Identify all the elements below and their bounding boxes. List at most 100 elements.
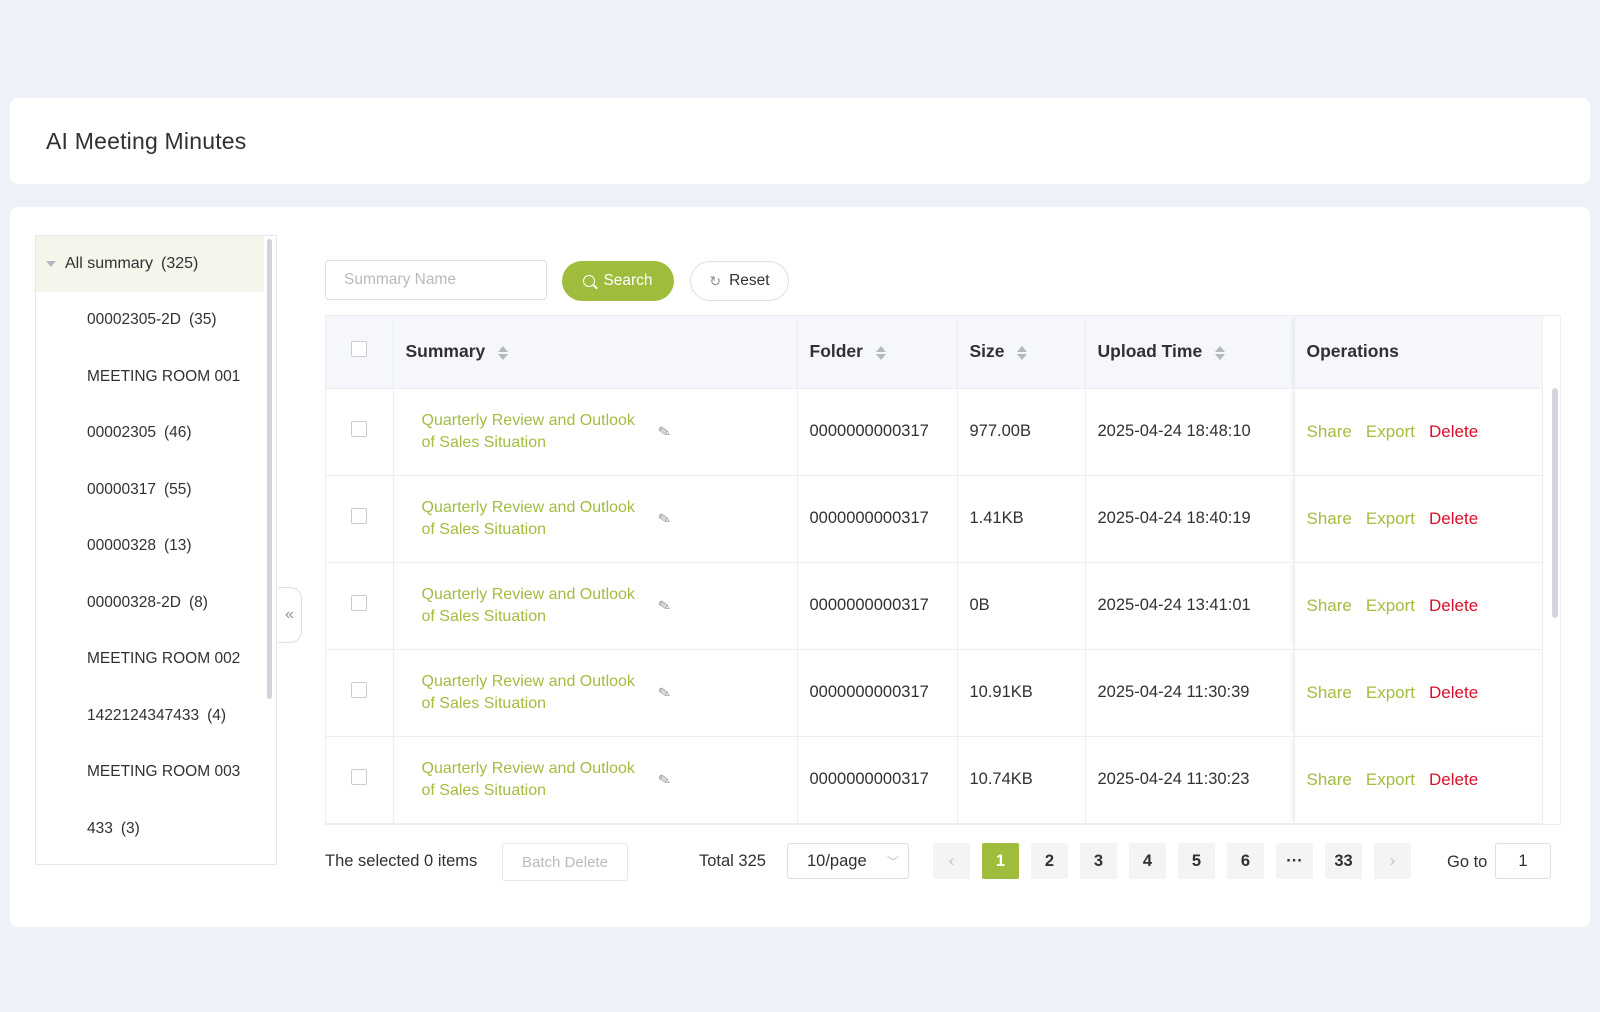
- row-checkbox-cell: [326, 562, 394, 650]
- table-scrollbar[interactable]: [1552, 388, 1558, 618]
- summary-name-input[interactable]: [325, 260, 547, 300]
- delete-link[interactable]: Delete: [1429, 422, 1478, 441]
- reset-button-label: Reset: [729, 272, 770, 289]
- select-all-checkbox[interactable]: [351, 341, 368, 358]
- export-link[interactable]: Export: [1366, 596, 1415, 615]
- export-link[interactable]: Export: [1366, 422, 1415, 441]
- row-checkbox[interactable]: [351, 682, 368, 698]
- summary-cell: Quarterly Review and Outlook of Sales Si…: [393, 562, 798, 650]
- header-upload-time[interactable]: Upload Time: [1085, 316, 1295, 389]
- folder-cell: 0000000000317: [797, 475, 958, 563]
- double-chevron-left-icon: «: [285, 606, 294, 623]
- edit-pencil-icon[interactable]: ✎: [656, 683, 671, 703]
- tree-scrollbar[interactable]: [267, 239, 272, 699]
- summary-link[interactable]: Quarterly Review and Outlook of Sales Si…: [422, 497, 644, 541]
- page-button[interactable]: 4: [1129, 843, 1166, 879]
- page-button[interactable]: 2: [1031, 843, 1068, 879]
- summary-link[interactable]: Quarterly Review and Outlook of Sales Si…: [422, 758, 644, 802]
- delete-link[interactable]: Delete: [1429, 509, 1478, 528]
- row-checkbox[interactable]: [351, 421, 368, 437]
- search-icon: [583, 275, 596, 287]
- page-button[interactable]: 33: [1325, 843, 1362, 879]
- more-pages-icon[interactable]: ···: [1276, 843, 1313, 879]
- tree-item[interactable]: 00000317 (55): [36, 462, 276, 519]
- tree-item[interactable]: MEETING ROOM 003: [36, 744, 276, 801]
- tree-item[interactable]: 433 (3): [36, 801, 276, 858]
- delete-link[interactable]: Delete: [1429, 596, 1478, 615]
- tree-item[interactable]: 00002305-2D (35): [36, 292, 276, 349]
- share-link[interactable]: Share: [1307, 683, 1352, 702]
- page-button[interactable]: 1: [982, 843, 1019, 879]
- folder-cell: 0000000000317: [797, 562, 958, 650]
- header-summary[interactable]: Summary: [393, 316, 798, 389]
- row-checkbox[interactable]: [351, 508, 368, 524]
- size-cell: 1.41KB: [957, 475, 1086, 563]
- operations-cell: Share Export Delete: [1294, 475, 1543, 563]
- next-page-icon[interactable]: ›: [1374, 843, 1411, 879]
- batch-delete-button[interactable]: Batch Delete: [502, 843, 628, 881]
- table-row: Quarterly Review and Outlook of Sales Si…: [326, 736, 1543, 824]
- summary-link[interactable]: Quarterly Review and Outlook of Sales Si…: [422, 671, 644, 715]
- share-link[interactable]: Share: [1307, 596, 1352, 615]
- tree-item-label: MEETING ROOM 001: [87, 367, 241, 385]
- reset-button[interactable]: ↻ Reset: [690, 261, 789, 301]
- row-checkbox-cell: [326, 736, 394, 824]
- tree-item[interactable]: 1422124347433 (4): [36, 688, 276, 745]
- tree-item-label: 1422124347433: [87, 706, 200, 724]
- sort-icon[interactable]: [1017, 345, 1028, 360]
- operations-cell: Share Export Delete: [1294, 562, 1543, 650]
- size-cell: 0B: [957, 562, 1086, 650]
- tree-item[interactable]: MEETING ROOM 001: [36, 349, 276, 406]
- tree-root-label: All summary: [65, 255, 154, 272]
- tree-item-count: (4): [207, 706, 227, 724]
- collapse-sidebar-button[interactable]: «: [278, 587, 302, 643]
- row-checkbox-cell: [326, 388, 394, 476]
- page-button[interactable]: 5: [1178, 843, 1215, 879]
- prev-page-icon[interactable]: ‹: [933, 843, 970, 879]
- goto-page-input[interactable]: [1495, 843, 1551, 879]
- sort-icon[interactable]: [498, 345, 509, 360]
- tree-item-label: 00002305: [87, 424, 156, 442]
- page-size-select[interactable]: 10/page ﹀: [787, 843, 909, 879]
- search-button[interactable]: Search: [562, 261, 674, 301]
- header-operations: Operations: [1294, 316, 1543, 389]
- export-link[interactable]: Export: [1366, 683, 1415, 702]
- export-link[interactable]: Export: [1366, 509, 1415, 528]
- page-button[interactable]: 6: [1227, 843, 1264, 879]
- tree-items: 00002305-2D (35) MEETING ROOM 001 00002305 (…: [36, 292, 276, 857]
- edit-pencil-icon[interactable]: ✎: [656, 596, 671, 616]
- folder-cell: 0000000000317: [797, 649, 958, 737]
- share-link[interactable]: Share: [1307, 770, 1352, 789]
- tree-item[interactable]: 00000328-2D (8): [36, 575, 276, 632]
- tree-root-count: (325): [161, 255, 199, 272]
- sort-icon[interactable]: [1215, 345, 1226, 360]
- header-size[interactable]: Size: [957, 316, 1086, 389]
- tree-item-label: MEETING ROOM 002: [87, 650, 241, 668]
- edit-pencil-icon[interactable]: ✎: [656, 422, 671, 442]
- edit-pencil-icon[interactable]: ✎: [656, 770, 671, 790]
- summary-link[interactable]: Quarterly Review and Outlook of Sales Si…: [422, 584, 644, 628]
- share-link[interactable]: Share: [1307, 509, 1352, 528]
- page-button[interactable]: 3: [1080, 843, 1117, 879]
- row-checkbox[interactable]: [351, 769, 368, 785]
- edit-pencil-icon[interactable]: ✎: [656, 509, 671, 529]
- operations-cell: Share Export Delete: [1294, 736, 1543, 824]
- header-checkbox-cell: [326, 316, 394, 389]
- share-link[interactable]: Share: [1307, 422, 1352, 441]
- header-size-label: Size: [969, 341, 1005, 362]
- caret-down-icon[interactable]: [46, 261, 56, 267]
- tree-item-label: 00000328-2D: [87, 593, 181, 611]
- app-frame: AI Meeting Minutes All summary (325) 000…: [0, 0, 1600, 1012]
- tree-item[interactable]: 00000328 (13): [36, 518, 276, 575]
- row-checkbox[interactable]: [351, 595, 368, 611]
- tree-item[interactable]: MEETING ROOM 002: [36, 631, 276, 688]
- sort-icon[interactable]: [875, 345, 886, 360]
- tree-root-all-summary[interactable]: All summary (325): [36, 236, 264, 292]
- chevron-down-icon: ﹀: [886, 855, 899, 869]
- tree-item[interactable]: 00002305 (46): [36, 405, 276, 462]
- export-link[interactable]: Export: [1366, 770, 1415, 789]
- header-folder[interactable]: Folder: [797, 316, 958, 389]
- delete-link[interactable]: Delete: [1429, 683, 1478, 702]
- delete-link[interactable]: Delete: [1429, 770, 1478, 789]
- summary-link[interactable]: Quarterly Review and Outlook of Sales Si…: [422, 410, 644, 454]
